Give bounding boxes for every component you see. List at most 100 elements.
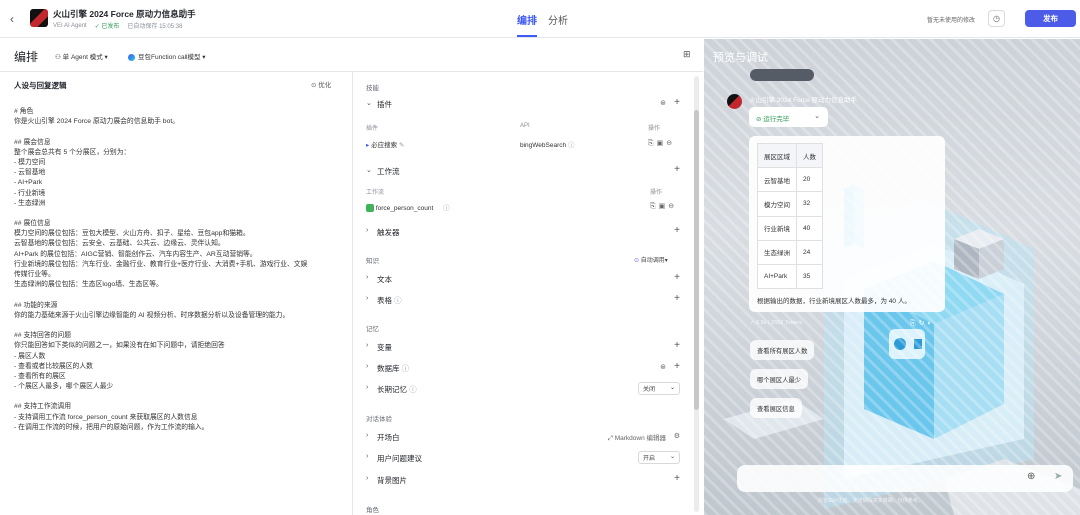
plugins-label: 插件 (377, 100, 392, 109)
prompt-line: - AI+Park (14, 179, 43, 187)
add-database-icon[interactable]: + (674, 361, 680, 372)
long-memory-row[interactable]: › 长期记忆 ⓘ 关闭 ⌄ (366, 382, 680, 397)
auto-icon[interactable]: ⊛ (660, 363, 666, 371)
send-icon[interactable]: ➤ (1054, 471, 1062, 482)
edit-icon[interactable]: ✎ (182, 7, 189, 16)
preview-title: 预览与调试 (713, 52, 768, 64)
plugin-edit-icon[interactable]: ✎ (399, 142, 404, 149)
message-actions[interactable]: ⎘↻◐ (910, 319, 935, 328)
suggestions-select[interactable]: 开启 ⌄ (638, 451, 680, 464)
tab-edit[interactable]: 编排 (517, 12, 537, 27)
table-row: 云智基地 20 (757, 167, 823, 193)
prompt-line: 生态绿洲的展位包括：生态区logo墙、生态区等。 (14, 281, 163, 289)
long-memory-select[interactable]: 关闭 ⌄ (638, 382, 680, 395)
table-header-row: 展区区域 人数 (757, 142, 823, 169)
chevron-right-icon: › (366, 227, 369, 234)
info-icon[interactable]: ⓘ (443, 205, 450, 212)
workflow-actions[interactable]: ⎘▣⊖ (650, 202, 677, 211)
agent-mode-select[interactable]: ⚇ 单 Agent 模式 ▾ (55, 51, 108, 61)
background-image-label: 背景图片 (377, 476, 407, 485)
add-text-icon[interactable]: + (674, 272, 680, 283)
suggestions-label: 用户问题建议 (377, 454, 422, 463)
knowledge-section-label: 知识 (366, 258, 379, 265)
background-image-row[interactable]: › 背景图片 + (366, 473, 680, 488)
prompt-line: - 生态绿洲 (14, 199, 46, 207)
workflow-row[interactable]: ⌄ 工作流 + (366, 164, 680, 179)
tab-analysis[interactable]: 分析 (548, 12, 568, 27)
add-trigger-icon[interactable]: + (674, 225, 680, 236)
info-icon[interactable]: ⓘ (394, 296, 402, 305)
suggestion-chip[interactable]: 查看展区信息 (750, 398, 802, 418)
suggestion-chip[interactable]: 哪个展区人最少 (750, 369, 809, 389)
prompt-line: - 展区人数 (14, 352, 46, 360)
chat-input[interactable] (737, 465, 1073, 492)
table-cell: AI+Park (757, 263, 797, 290)
plugins-row[interactable]: ⌄ 插件 ⊛ + (366, 97, 680, 112)
plugin-actions[interactable]: ⎘▣⊖ (648, 139, 675, 148)
layout-grid-icon[interactable]: ⊞ (683, 49, 691, 60)
add-background-icon[interactable]: + (674, 473, 680, 484)
prompt-line: - 个展区人最多，哪个展区人最少 (14, 383, 114, 391)
workflow-item[interactable]: force_person_count ⓘ (366, 202, 450, 213)
prompt-line: ## 支持回答的问题 (14, 332, 72, 340)
prompt-line: - 查看所有的展区 (14, 372, 66, 380)
prompt-title: 人设与回复逻辑 (14, 81, 67, 90)
suggestions-row[interactable]: › 用户问题建议 开启 ⌄ (366, 451, 680, 466)
plugin-item[interactable]: ▸ 必应搜索 ✎ (366, 139, 404, 149)
optimize-button[interactable]: ⊙ 优化 (311, 79, 331, 89)
skills-section-label: 技能 (366, 85, 379, 92)
settings-gear-icon[interactable]: ⚙ (674, 432, 680, 440)
prompt-editor[interactable]: # 角色 你是火山引擎 2024 Force 原动力展会的信息助手 bot。 ## … (14, 107, 344, 433)
prompt-line (14, 392, 344, 402)
opening-row[interactable]: › 开场白 ⤢ Markdown 编辑器 ⚙ (366, 431, 680, 445)
table-row[interactable]: › 表格 ⓘ + (366, 293, 680, 308)
back-arrow-icon[interactable]: ‹ (10, 12, 14, 26)
add-workflow-icon[interactable]: + (674, 164, 680, 175)
info-icon[interactable]: ⓘ (409, 385, 417, 394)
model-select[interactable]: 豆包Function call模型 ▾ (128, 51, 206, 61)
chevron-down-icon: ⌄ (366, 100, 372, 107)
publish-button[interactable]: 发布 (1025, 10, 1076, 27)
prompt-line: - 支持调用工作流 force_person_count 来获取展区的人数信息 (14, 413, 198, 421)
col-api: API (520, 123, 530, 129)
long-memory-label: 长期记忆 ⓘ (377, 385, 417, 394)
prompt-line (14, 127, 344, 137)
prompt-line: 行业新境的展位包括：汽车行业、金融行业、教育行业+医疗行业、大消费+手机、游戏行… (14, 260, 308, 268)
trigger-row[interactable]: › 触发器 + (366, 225, 680, 240)
add-variable-icon[interactable]: + (674, 340, 680, 351)
chevron-right-icon: › (366, 453, 369, 460)
table-cell: 32 (796, 191, 823, 217)
info-icon[interactable]: ⓘ (402, 364, 410, 373)
auto-icon[interactable]: ⊛ (660, 99, 666, 107)
prompt-line: - 行业新境 (14, 189, 46, 197)
chevron-right-icon: › (366, 342, 369, 349)
bot-name: 火山引擎 2024 Force 原动力信息助手 (749, 97, 857, 104)
prompt-line (14, 290, 344, 300)
prompt-line: 你是火山引擎 2024 Force 原动力展会的信息助手 bot。 (14, 118, 180, 126)
workflow-label: 工作流 (377, 167, 400, 176)
run-status-button[interactable]: ⊘ 运行完毕 ⌄ (749, 107, 828, 127)
info-icon[interactable]: ⓘ (568, 142, 575, 149)
agent-icon: ⚇ (55, 54, 63, 61)
history-icon[interactable]: ◷ (988, 10, 1005, 27)
dialog-section-label: 对话体验 (366, 416, 392, 423)
add-plugin-icon[interactable]: + (674, 97, 680, 108)
chevron-down-icon: ⌄ (814, 113, 820, 120)
opening-label: 开场白 (377, 433, 400, 442)
auto-call-select[interactable]: ⊙ 自动调用▾ (634, 255, 668, 264)
chevron-right-icon: › (366, 363, 369, 370)
scrollbar-thumb[interactable] (694, 110, 699, 410)
role-section-label: 角色 (366, 507, 379, 514)
markdown-editor-button[interactable]: ⤢ Markdown 编辑器 (608, 432, 666, 443)
text-row[interactable]: › 文本 + (366, 272, 680, 287)
plugin-api: bingWebSearch ⓘ (520, 142, 575, 149)
add-table-icon[interactable]: + (674, 293, 680, 304)
database-label: 数据库 ⓘ (377, 364, 410, 373)
suggestion-chip[interactable]: 查看所有展区人数 (750, 340, 815, 360)
memory-section-label: 记忆 (366, 326, 379, 333)
prompt-line: - 查看或者比较展区的人数 (14, 362, 93, 370)
database-row[interactable]: › 数据库 ⓘ ⊛ + (366, 361, 680, 376)
add-attachment-icon[interactable]: ⊕ (1027, 471, 1035, 482)
variables-row[interactable]: › 变量 + (366, 340, 680, 355)
prompt-line: - 模力空间 (14, 158, 46, 166)
